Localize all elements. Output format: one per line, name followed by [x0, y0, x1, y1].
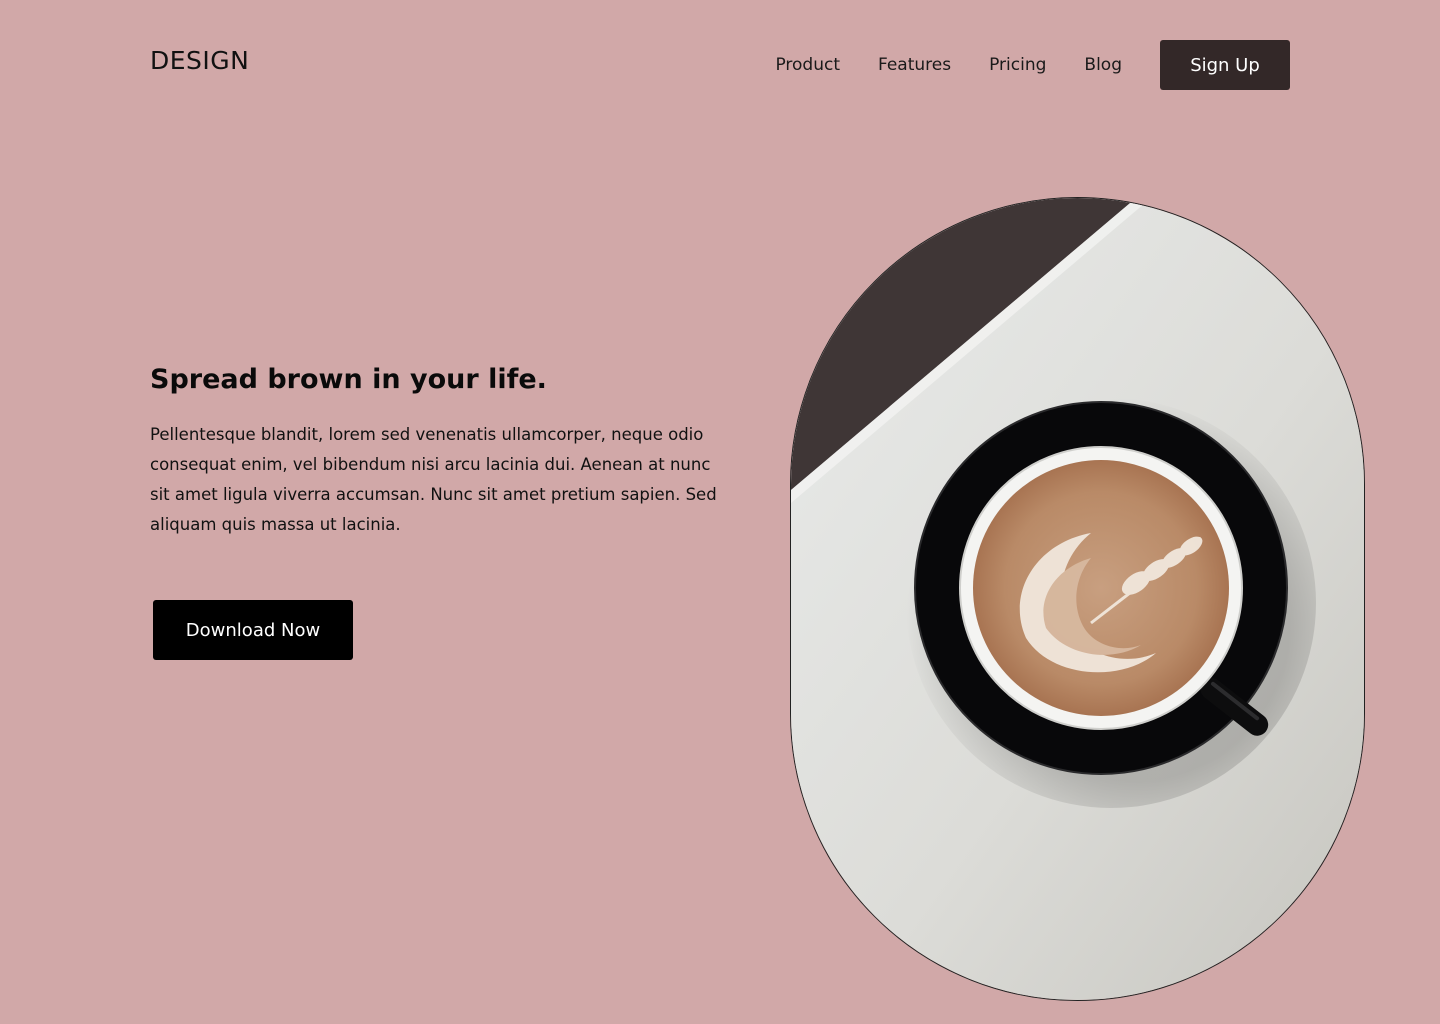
sign-up-button[interactable]: Sign Up: [1160, 40, 1290, 90]
main-nav: Product Features Pricing Blog Sign Up: [775, 40, 1290, 90]
nav-blog-link[interactable]: Blog: [1084, 55, 1122, 75]
hero-description: Pellentesque blandit, lorem sed venenati…: [150, 425, 717, 534]
nav-pricing-link[interactable]: Pricing: [989, 55, 1046, 75]
nav-product-link[interactable]: Product: [775, 55, 840, 75]
logo[interactable]: DESIGN: [150, 46, 249, 75]
hero-headline: Spread brown in your life.: [150, 364, 547, 395]
coffee-cup-image: [790, 197, 1365, 1001]
download-now-button[interactable]: Download Now: [153, 600, 353, 660]
nav-features-link[interactable]: Features: [878, 55, 951, 75]
